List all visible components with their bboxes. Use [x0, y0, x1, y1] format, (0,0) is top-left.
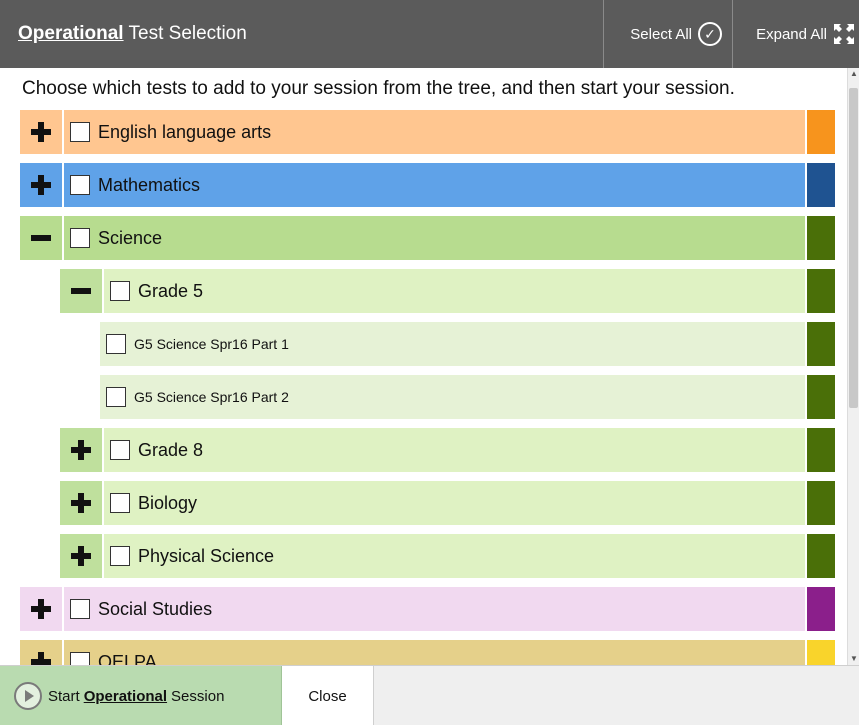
tree-row-label-area[interactable]: Social Studies	[62, 587, 805, 631]
expand-all-label: Expand All	[756, 25, 827, 43]
title-operational: Operational	[18, 23, 124, 44]
select-all-label: Select All	[630, 25, 692, 43]
close-button[interactable]: Close	[282, 666, 374, 725]
subject-color-bar	[805, 428, 835, 472]
test-checkbox[interactable]	[106, 387, 126, 407]
tree-row-label: Biology	[138, 492, 198, 513]
scrollbar-thumb[interactable]	[849, 88, 858, 408]
plus-icon	[31, 175, 51, 195]
subject-color-bar	[805, 375, 835, 419]
expand-toggle-button[interactable]	[20, 110, 62, 154]
test-checkbox[interactable]	[106, 334, 126, 354]
plus-icon	[31, 652, 51, 665]
instructions-text: Choose which tests to add to your sessio…	[22, 78, 735, 99]
expand-arrows-icon	[834, 24, 854, 44]
plus-icon	[71, 493, 91, 513]
tree-row[interactable]: Grade 8	[60, 428, 835, 472]
plus-icon	[71, 440, 91, 460]
test-checkbox[interactable]	[110, 440, 130, 460]
tree-row-label-area[interactable]: Science	[62, 216, 805, 260]
tree-row-label-area[interactable]: Grade 8	[102, 428, 805, 472]
checkmark-circle-icon: ✓	[698, 22, 722, 46]
test-checkbox[interactable]	[70, 122, 90, 142]
tree-row-label: Science	[98, 227, 163, 248]
subject-color-bar	[805, 640, 835, 665]
test-checkbox[interactable]	[110, 281, 130, 301]
tree-row-label: English language arts	[98, 121, 272, 142]
start-label-suffix: Session	[171, 687, 225, 705]
expand-toggle-button[interactable]	[60, 534, 102, 578]
expand-toggle-button[interactable]	[20, 640, 62, 665]
tree-row[interactable]: G5 Science Spr16 Part 2	[100, 375, 835, 419]
tree-row[interactable]: G5 Science Spr16 Part 1	[100, 322, 835, 366]
subject-color-bar	[805, 110, 835, 154]
tree-row[interactable]: Science	[20, 216, 835, 260]
expand-toggle-button[interactable]	[20, 587, 62, 631]
tree-row[interactable]: Grade 5	[60, 269, 835, 313]
tree-row[interactable]: Mathematics	[20, 163, 835, 207]
plus-icon	[31, 122, 51, 142]
tree-row[interactable]: Social Studies	[20, 587, 835, 631]
test-checkbox[interactable]	[70, 599, 90, 619]
expand-all-button[interactable]: Expand All	[732, 0, 859, 68]
tree-row-label: Grade 8	[138, 439, 204, 460]
dialog-footer: Start Operational Session Close	[0, 665, 859, 725]
start-session-button[interactable]: Start Operational Session	[0, 666, 282, 725]
tree-row-label-area[interactable]: Physical Science	[102, 534, 805, 578]
dialog-header: Operational Test Selection Select All ✓ …	[0, 0, 859, 68]
plus-icon	[71, 546, 91, 566]
tree-row-label-area[interactable]: Grade 5	[102, 269, 805, 313]
test-checkbox[interactable]	[70, 175, 90, 195]
test-checkbox[interactable]	[110, 546, 130, 566]
test-checkbox[interactable]	[110, 493, 130, 513]
minus-icon	[71, 281, 91, 301]
subject-color-bar	[805, 163, 835, 207]
tree-row-label: G5 Science Spr16 Part 1	[134, 336, 289, 352]
expand-toggle-button[interactable]	[60, 481, 102, 525]
start-label-operational: Operational	[83, 687, 168, 705]
tree-row-label: G5 Science Spr16 Part 2	[134, 389, 289, 405]
dialog-title: Operational Test Selection	[18, 23, 603, 45]
test-checkbox[interactable]	[70, 652, 90, 665]
tree-row-label-area[interactable]: Biology	[102, 481, 805, 525]
subject-color-bar	[805, 269, 835, 313]
tree-row-label: Mathematics	[98, 174, 201, 195]
tree-panel: Choose which tests to add to your sessio…	[0, 68, 847, 665]
tree-row-label-area[interactable]: English language arts	[62, 110, 805, 154]
expand-toggle-button[interactable]	[60, 428, 102, 472]
tree-row[interactable]: Biology	[60, 481, 835, 525]
tree-row-label-area[interactable]: OELPA	[62, 640, 805, 665]
tree-row-label: OELPA	[98, 651, 157, 666]
select-all-button[interactable]: Select All ✓	[603, 0, 732, 68]
minus-icon	[31, 228, 51, 248]
scroll-up-icon[interactable]: ▲	[849, 69, 859, 79]
tree-row[interactable]: Physical Science	[60, 534, 835, 578]
tree-row-label-area[interactable]: Mathematics	[62, 163, 805, 207]
play-icon	[14, 682, 42, 710]
subject-color-bar	[805, 587, 835, 631]
tree-row-label-area[interactable]: G5 Science Spr16 Part 2	[100, 375, 805, 419]
test-checkbox[interactable]	[70, 228, 90, 248]
subject-color-bar	[805, 216, 835, 260]
tree-row-label: Physical Science	[138, 545, 275, 566]
collapse-toggle-button[interactable]	[60, 269, 102, 313]
tree-row[interactable]: OELPA	[20, 640, 835, 665]
expand-toggle-button[interactable]	[20, 163, 62, 207]
collapse-toggle-button[interactable]	[20, 216, 62, 260]
tree-row-label: Grade 5	[138, 280, 204, 301]
tree-row[interactable]: English language arts	[20, 110, 835, 154]
vertical-scrollbar[interactable]: ▲ ▼	[847, 68, 859, 665]
tree-row-label: Social Studies	[98, 598, 213, 619]
tree-row-label-area[interactable]: G5 Science Spr16 Part 1	[100, 322, 805, 366]
scroll-down-icon[interactable]: ▼	[849, 654, 859, 664]
subject-color-bar	[805, 481, 835, 525]
subject-color-bar	[805, 322, 835, 366]
plus-icon	[31, 599, 51, 619]
start-label-prefix: Start	[48, 687, 80, 705]
title-text: Test Selection	[128, 23, 247, 44]
subject-color-bar	[805, 534, 835, 578]
